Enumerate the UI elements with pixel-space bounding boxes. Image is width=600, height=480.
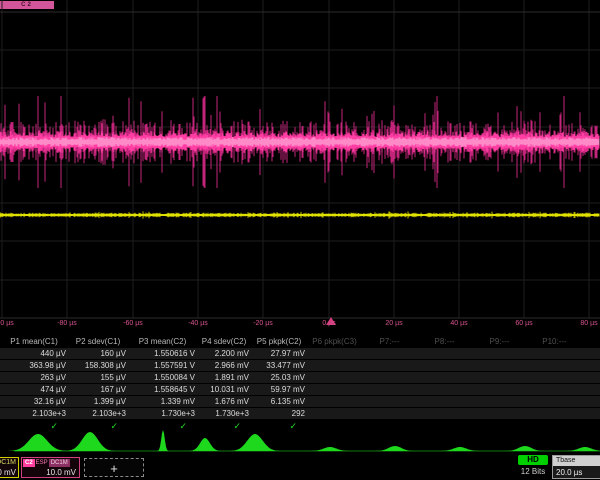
measure-value-cell: 263 µV (0, 372, 68, 383)
channel2-annunciator: ESP (36, 459, 48, 467)
measure-value-cell: 10.031 mV (197, 384, 251, 395)
time-axis-tick: -100 µs (0, 320, 14, 327)
channel1-coupling: DC1M (0, 459, 16, 466)
time-axis-tick: -60 µs (123, 320, 143, 327)
measure-histicon (9, 434, 67, 451)
measure-column-header-disabled[interactable]: P9:--- (472, 336, 527, 348)
measure-value-row: 474 µV167 µV1.558645 V10.031 mV59.97 mV (0, 384, 600, 396)
measure-value-row: 363.98 µV158.308 µV1.557591 V2.966 mV33.… (0, 360, 600, 372)
measure-value-cell: 32.16 µV (0, 396, 68, 407)
add-trace-button[interactable]: + (84, 458, 144, 477)
measure-value-cell: 2.103e+3 (68, 408, 128, 419)
c1-trace-core (0, 214, 599, 215)
measure-histicon (190, 438, 221, 451)
time-axis-tick: -20 µs (253, 320, 273, 327)
measure-histicon (231, 434, 279, 451)
measure-value-cell: 1.550084 V (128, 372, 197, 383)
measure-histicon (375, 446, 415, 451)
time-axis-tick: -40 µs (188, 320, 208, 327)
measure-value-cell: 1.730e+3 (197, 408, 251, 419)
oscilloscope-screen: { "header": { "trace_badge": "C2" }, "gr… (0, 0, 600, 480)
measure-histicon (565, 447, 600, 451)
measure-value-row: 263 µV155 µV1.550084 V1.891 mV25.03 mV (0, 372, 600, 384)
time-axis-tick: 80 µs (580, 320, 597, 327)
measure-value-cell: 27.97 mV (251, 348, 307, 359)
measure-value-row: 440 µV160 µV1.550616 V2.200 mV27.97 mV (0, 348, 600, 360)
channel1-descriptor[interactable]: DC1M 0 mV (0, 457, 19, 478)
measure-value-cell: 33.477 mV (251, 360, 307, 371)
measure-column-header[interactable]: P4 sdev(C2) (197, 336, 251, 348)
measure-column-header-disabled[interactable]: P7:--- (362, 336, 417, 348)
measure-value-cell: 6.135 mV (251, 396, 307, 407)
measure-value-cell: 1.557591 V (128, 360, 197, 371)
timebase-descriptor[interactable]: Tbase 20.0 µs (552, 455, 600, 479)
channel2-label: C2 (23, 459, 35, 467)
measure-value-cell: 440 µV (0, 348, 68, 359)
measure-value-cell: 2.200 mV (197, 348, 251, 359)
measure-histicon (156, 430, 170, 451)
hd-mode-badge[interactable]: HD (518, 455, 548, 465)
measure-value-cell: 292 (251, 408, 307, 419)
measure-value-cell: 59.97 mV (251, 384, 307, 395)
bottom-descriptor-bar: DC1M 0 mV C2ESPDC1M 10.0 mV + HD 12 Bits… (0, 455, 600, 480)
measurement-table: P1 mean(C1)P2 sdev(C1)P3 mean(C2)P4 sdev… (0, 336, 600, 432)
measure-column-header[interactable]: P2 sdev(C1) (68, 336, 128, 348)
measure-value-cell: 2.103e+3 (0, 408, 68, 419)
channel2-descriptor[interactable]: C2ESPDC1M 10.0 mV (21, 457, 80, 478)
measure-value-cell: 1.676 mV (197, 396, 251, 407)
measure-value-cell: 1.339 mV (128, 396, 197, 407)
measure-value-cell: 2.966 mV (197, 360, 251, 371)
measure-value-cell: 1.730e+3 (128, 408, 197, 419)
waveform-graticule (0, 0, 600, 332)
time-axis-tick: -80 µs (57, 320, 77, 327)
measure-histicon (505, 446, 545, 451)
measure-column-header[interactable]: P1 mean(C1) (0, 336, 68, 348)
measure-histicon (440, 447, 480, 451)
measure-value-row: 32.16 µV1.399 µV1.339 mV1.676 mV6.135 mV (0, 396, 600, 408)
measure-value-cell: 474 µV (0, 384, 68, 395)
time-axis-tick: 0 µs (322, 320, 335, 327)
measure-histicon (310, 447, 350, 451)
time-axis-tick: 40 µs (450, 320, 467, 327)
measure-histicon (66, 432, 114, 451)
measure-value-cell: 167 µV (68, 384, 128, 395)
timebase-scale: 20.0 µs (553, 466, 600, 477)
timebase-label: Tbase (553, 456, 600, 466)
measure-value-row: 2.103e+32.103e+31.730e+31.730e+3292 (0, 408, 600, 420)
measure-value-cell: 1.891 mV (197, 372, 251, 383)
measure-column-header-disabled[interactable]: P8:--- (417, 336, 472, 348)
measure-value-cell: 25.03 mV (251, 372, 307, 383)
hd-bits-label: 12 Bits (510, 467, 556, 476)
measurement-histicons[interactable] (0, 430, 600, 455)
measure-value-cell: 1.399 µV (68, 396, 128, 407)
channel1-scale: 0 mV (0, 468, 16, 477)
measure-column-header[interactable]: P5 pkpk(C2) (251, 336, 307, 348)
measure-value-cell: 1.558645 V (128, 384, 197, 395)
time-axis-tick: 60 µs (515, 320, 532, 327)
channel2-scale: 10.0 mV (23, 468, 78, 477)
measure-value-cell: 155 µV (68, 372, 128, 383)
measure-value-cell: 160 µV (68, 348, 128, 359)
measure-value-cell: 1.550616 V (128, 348, 197, 359)
measure-column-header-disabled[interactable]: P10:--- (527, 336, 582, 348)
channel2-coupling: DC1M (49, 459, 70, 467)
time-axis-tick: 20 µs (385, 320, 402, 327)
measure-value-cell: 363.98 µV (0, 360, 68, 371)
measure-header-row: P1 mean(C1)P2 sdev(C1)P3 mean(C2)P4 sdev… (0, 336, 600, 348)
measure-column-header-disabled[interactable]: P6 pkpk(C3) (307, 336, 362, 348)
measure-value-cell: 158.308 µV (68, 360, 128, 371)
measure-column-header[interactable]: P3 mean(C2) (128, 336, 197, 348)
